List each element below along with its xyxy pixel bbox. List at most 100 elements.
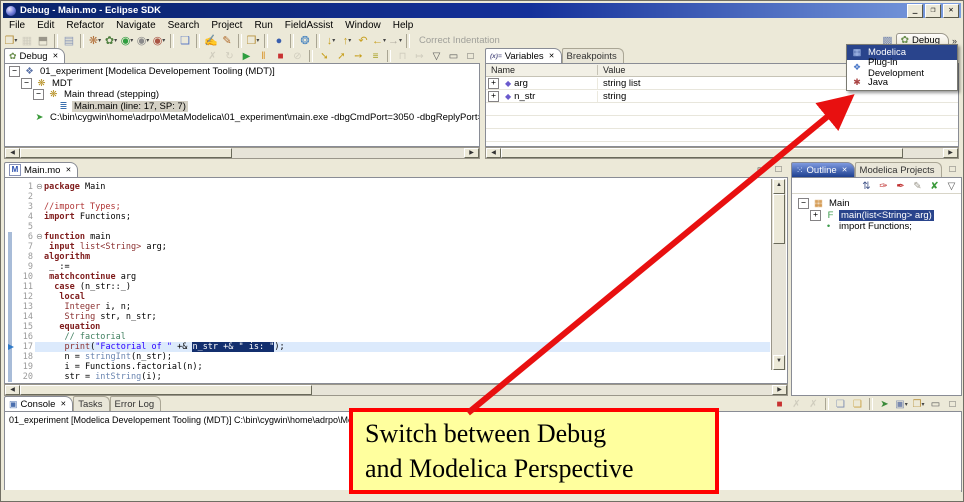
scroll-thumb[interactable] bbox=[20, 148, 232, 158]
code-line[interactable]: 5 bbox=[6, 222, 770, 232]
debug-stack-frame-row[interactable]: ≣Main.main (line: 17, SP: 7) bbox=[7, 101, 479, 113]
code-line[interactable]: 15 equation bbox=[6, 322, 770, 332]
scroll-down-arrow[interactable]: ▼ bbox=[773, 355, 785, 370]
line-number[interactable]: 8 bbox=[16, 252, 35, 262]
open-resource-icon[interactable]: ❒▾ bbox=[245, 33, 261, 49]
scroll-right-arrow[interactable]: ▶ bbox=[772, 385, 787, 395]
tab-debug[interactable]: ✿Debug✕ bbox=[4, 48, 65, 63]
scroll-left-arrow[interactable]: ◀ bbox=[5, 385, 20, 395]
code-line[interactable]: 10 matchcontinue arg bbox=[6, 272, 770, 282]
minimize-button[interactable]: _ bbox=[907, 4, 923, 18]
tab-breakpoints[interactable]: Breakpoints bbox=[562, 48, 624, 63]
menu-edit[interactable]: Edit bbox=[31, 20, 60, 31]
prev-annotation-icon[interactable]: ↑▾ bbox=[339, 33, 355, 49]
expand-icon[interactable]: + bbox=[810, 210, 821, 221]
dropdown-arrow-icon[interactable]: ▾ bbox=[130, 33, 133, 49]
code-line[interactable]: 9 _ := bbox=[6, 262, 770, 272]
scroll-up-arrow[interactable]: ▲ bbox=[773, 179, 785, 194]
menu-window[interactable]: Window bbox=[339, 20, 387, 31]
scroll-right-arrow[interactable]: ▶ bbox=[464, 148, 479, 158]
line-number[interactable]: 14 bbox=[16, 312, 35, 322]
tab-outline[interactable]: ⁙Outline✕ bbox=[791, 162, 855, 177]
line-number[interactable]: 12 bbox=[16, 292, 35, 302]
outline-import-row[interactable]: •import Functions; bbox=[796, 221, 961, 233]
code-line[interactable]: 1⊖package Main bbox=[6, 182, 770, 192]
code-line[interactable]: 8algorithm bbox=[6, 252, 770, 262]
menu-file[interactable]: File bbox=[3, 20, 31, 31]
line-number[interactable]: 11 bbox=[16, 282, 35, 292]
maximize-icon[interactable]: □ bbox=[463, 49, 478, 63]
debug-mdt-row[interactable]: −❋MDT bbox=[7, 78, 479, 90]
terminate-icon[interactable]: ■ bbox=[273, 49, 288, 63]
collapse-icon[interactable]: − bbox=[21, 78, 32, 89]
dropdown-arrow-icon[interactable]: ▾ bbox=[114, 33, 117, 49]
run-launch-icon[interactable]: ◉▾ bbox=[119, 33, 135, 49]
scroll-thumb[interactable] bbox=[501, 148, 903, 158]
terminate-icon[interactable]: ■ bbox=[772, 397, 787, 411]
line-number[interactable]: 15 bbox=[16, 322, 35, 332]
debug-exe-row[interactable]: ➤C:\bin\cygwin\home\adrpo\MetaModelica\0… bbox=[7, 112, 479, 124]
code-line[interactable]: 18 n = stringInt(n_str); bbox=[6, 352, 770, 362]
close-tab-icon[interactable]: ✕ bbox=[53, 52, 59, 60]
menu-help[interactable]: Help bbox=[387, 20, 420, 31]
open-console-icon[interactable]: ❐▾ bbox=[911, 397, 926, 411]
code-line[interactable]: 13 Integer i, n; bbox=[6, 302, 770, 312]
line-number[interactable]: 1 bbox=[16, 182, 35, 192]
debug-target-row[interactable]: −❖01_experiment [Modelica Developement T… bbox=[7, 66, 479, 78]
code-area[interactable]: 1⊖package Main23//import Types;4import F… bbox=[6, 179, 770, 382]
line-number[interactable]: 3 bbox=[16, 202, 35, 212]
external-tools-fav-icon[interactable]: ◉▾ bbox=[151, 33, 167, 49]
code-line[interactable]: 6⊖function main bbox=[6, 232, 770, 242]
dropdown-arrow-icon[interactable]: ▾ bbox=[399, 33, 402, 49]
line-number[interactable]: 2 bbox=[16, 192, 35, 202]
suspend-icon[interactable]: ‖ bbox=[256, 49, 271, 63]
tab-main-mo[interactable]: MMain.mo✕ bbox=[4, 162, 78, 177]
maximize-icon[interactable]: □ bbox=[771, 162, 786, 176]
next-annotation-icon[interactable]: ↓▾ bbox=[323, 33, 339, 49]
perspective-item-plugin-development[interactable]: ❖Plug-in Development bbox=[847, 60, 957, 75]
sort-icon[interactable]: ⇅ bbox=[859, 179, 874, 193]
scroll-track[interactable] bbox=[232, 148, 464, 158]
collapse-icon[interactable]: − bbox=[33, 89, 44, 100]
code-line[interactable]: 4import Functions; bbox=[6, 212, 770, 222]
display-selected-console-icon[interactable]: ▣▾ bbox=[894, 397, 909, 411]
editor-vscrollbar[interactable]: ▲ ▼ bbox=[771, 179, 786, 370]
code-line[interactable]: 11 case (n_str::_) bbox=[6, 282, 770, 292]
profile-icon[interactable]: ❋▾ bbox=[87, 33, 103, 49]
step-filters-icon[interactable]: ≡ bbox=[368, 49, 383, 63]
scroll-right-arrow[interactable]: ▶ bbox=[943, 148, 958, 158]
dropdown-arrow-icon[interactable]: ▾ bbox=[348, 33, 351, 49]
variable-row[interactable]: +◆n_strstring bbox=[486, 90, 958, 103]
scroll-thumb[interactable] bbox=[773, 194, 785, 244]
line-number[interactable]: 19 bbox=[16, 362, 35, 372]
tab-console[interactable]: ▣Console✕ bbox=[4, 396, 73, 411]
code-line[interactable]: 16 // factorial bbox=[6, 332, 770, 342]
resume-icon[interactable]: ▶ bbox=[239, 49, 254, 63]
collapse-icon[interactable]: − bbox=[9, 66, 20, 77]
debug-hscrollbar[interactable]: ◀ ▶ bbox=[4, 147, 480, 159]
expand-icon[interactable]: + bbox=[488, 78, 499, 89]
tab-variables[interactable]: (x)=Variables✕ bbox=[485, 48, 562, 63]
code-line[interactable]: 17 print("Factorial of " +& n_str +& " i… bbox=[6, 342, 770, 352]
code-line[interactable]: 2 bbox=[6, 192, 770, 202]
line-number[interactable]: 16 bbox=[16, 332, 35, 342]
web-browser-icon[interactable]: ❂ bbox=[297, 33, 313, 49]
line-number[interactable]: 18 bbox=[16, 352, 35, 362]
dropdown-arrow-icon[interactable]: ▾ bbox=[383, 33, 386, 49]
view-menu-icon[interactable]: ▽ bbox=[944, 179, 959, 193]
scroll-track[interactable] bbox=[312, 385, 772, 395]
line-number[interactable]: 7 bbox=[16, 242, 35, 252]
hide-nonpublic-icon[interactable]: ✎ bbox=[910, 179, 925, 193]
dropdown-arrow-icon[interactable]: ▾ bbox=[146, 33, 149, 49]
scroll-thumb[interactable] bbox=[20, 385, 312, 395]
step-over-icon[interactable]: ➚ bbox=[334, 49, 349, 63]
pin-console-icon[interactable]: ➤ bbox=[877, 397, 892, 411]
close-tab-icon[interactable]: ✕ bbox=[549, 52, 555, 60]
expand-icon[interactable]: + bbox=[488, 91, 499, 102]
menu-project[interactable]: Project bbox=[205, 20, 248, 31]
scroll-track[interactable] bbox=[903, 148, 943, 158]
menu-navigate[interactable]: Navigate bbox=[110, 20, 161, 31]
dropdown-arrow-icon[interactable]: ▾ bbox=[256, 33, 259, 49]
last-edit-location-icon[interactable]: ↶ bbox=[355, 33, 371, 49]
close-button[interactable]: ✕ bbox=[943, 4, 959, 18]
